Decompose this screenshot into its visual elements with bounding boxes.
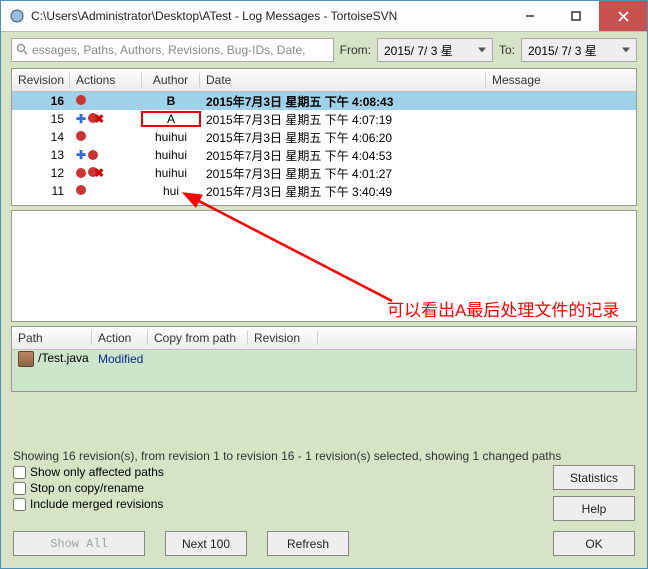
from-label: From: <box>340 43 371 57</box>
col-copy-from[interactable]: Copy from path <box>148 331 248 345</box>
log-row[interactable]: 16 B2015年7月3日 星期五 下午 4:08:43 <box>12 92 636 110</box>
chk-affected-paths[interactable]: Show only affected paths <box>13 465 164 479</box>
minimize-button[interactable] <box>507 1 553 31</box>
log-listview[interactable]: Revision Actions Author Date Message 16 B… <box>11 68 637 206</box>
cell-author: A <box>142 112 200 126</box>
file-icon <box>18 351 34 367</box>
close-button[interactable] <box>599 1 647 31</box>
log-row[interactable]: 12 ✖ huihui2015年7月3日 星期五 下午 4:01:27 <box>12 164 636 182</box>
modx-icon: ✖ <box>88 112 104 126</box>
cell-revision: 13 <box>12 148 70 162</box>
next-100-button[interactable]: Next 100 <box>165 531 247 556</box>
col-message[interactable]: Message <box>486 73 636 87</box>
cell-actions: ✚✖ <box>70 112 142 126</box>
log-row[interactable]: 13 ✚ huihui2015年7月3日 星期五 下午 4:04:53 <box>12 146 636 164</box>
refresh-button[interactable]: Refresh <box>267 531 349 556</box>
log-row[interactable]: 11 hui2015年7月3日 星期五 下午 3:40:49 <box>12 182 636 200</box>
col-date[interactable]: Date <box>200 73 486 87</box>
col-path[interactable]: Path <box>12 331 92 345</box>
cell-actions: ✖ <box>70 166 142 181</box>
annotation-text: 可以看出A最后处理文件的记录 <box>387 296 619 321</box>
to-label: To: <box>499 43 515 57</box>
from-date-picker[interactable]: 2015/ 7/ 3 星 <box>377 38 493 62</box>
search-placeholder: essages, Paths, Authors, Revisions, Bug-… <box>32 43 305 57</box>
search-icon <box>16 43 28 58</box>
log-header[interactable]: Revision Actions Author Date Message <box>12 69 636 92</box>
to-date-picker[interactable]: 2015/ 7/ 3 星 <box>521 38 637 62</box>
cell-author: huihui <box>142 130 200 144</box>
mod-icon <box>76 95 86 105</box>
search-input[interactable]: essages, Paths, Authors, Revisions, Bug-… <box>11 38 334 62</box>
cell-revision: 11 <box>12 184 70 198</box>
files-body: /Test.javaModified <box>12 350 636 391</box>
cell-author: huihui <box>142 166 200 180</box>
mod-icon <box>88 150 98 160</box>
cell-author: huihui <box>142 148 200 162</box>
log-body: 16B2015年7月3日 星期五 下午 4:08:4315✚✖A2015年7月3… <box>12 92 636 205</box>
cell-author: hui <box>142 184 200 198</box>
file-row[interactable]: /Test.javaModified <box>12 350 636 368</box>
cell-actions <box>70 94 142 108</box>
log-row[interactable]: 14 huihui2015年7月3日 星期五 下午 4:06:20 <box>12 128 636 146</box>
toolbar: essages, Paths, Authors, Revisions, Bug-… <box>1 32 647 68</box>
bottom-toolbar: Show All Next 100 Refresh OK <box>1 521 647 568</box>
cell-revision: 12 <box>12 166 70 180</box>
col-actions[interactable]: Actions <box>70 73 142 87</box>
chk-merged-input[interactable] <box>13 498 26 511</box>
app-icon <box>9 8 25 24</box>
col-action[interactable]: Action <box>92 331 148 345</box>
cell-revision: 14 <box>12 130 70 144</box>
cell-date: 2015年7月3日 星期五 下午 4:04:53 <box>200 147 486 164</box>
modx-icon: ✖ <box>88 166 104 180</box>
maximize-button[interactable] <box>553 1 599 31</box>
add-icon: ✚ <box>76 112 86 126</box>
cell-revision: 15 <box>12 112 70 126</box>
cell-revision: 16 <box>12 94 70 108</box>
cell-date: 2015年7月3日 星期五 下午 4:01:27 <box>200 165 486 182</box>
mod-icon <box>76 168 86 178</box>
mod-icon <box>76 131 86 141</box>
log-row[interactable]: 15✚✖A2015年7月3日 星期五 下午 4:07:19 <box>12 110 636 128</box>
chk-stop-input[interactable] <box>13 482 26 495</box>
ok-button[interactable]: OK <box>553 531 635 556</box>
col-revision[interactable]: Revision <box>12 73 70 87</box>
titlebar: C:\Users\Administrator\Desktop\ATest - L… <box>1 1 647 32</box>
files-header[interactable]: Path Action Copy from path Revision <box>12 327 636 350</box>
options-area: Show only affected paths Stop on copy/re… <box>1 465 647 521</box>
cell-path: /Test.java <box>12 351 92 367</box>
cell-author: B <box>142 94 200 108</box>
cell-actions <box>70 130 142 144</box>
add-icon: ✚ <box>76 148 86 162</box>
mod-icon <box>76 185 86 195</box>
cell-actions: ✚ <box>70 148 142 162</box>
window-title: C:\Users\Administrator\Desktop\ATest - L… <box>31 9 507 23</box>
cell-date: 2015年7月3日 星期五 下午 4:06:20 <box>200 129 486 146</box>
chk-stop-on-copy[interactable]: Stop on copy/rename <box>13 481 164 495</box>
col-revision2[interactable]: Revision <box>248 331 318 345</box>
cell-action: Modified <box>92 352 148 366</box>
cell-actions <box>70 184 142 198</box>
message-pane[interactable]: 可以看出A最后处理文件的记录 <box>11 210 637 322</box>
files-listview[interactable]: Path Action Copy from path Revision /Tes… <box>11 326 637 392</box>
col-author[interactable]: Author <box>142 73 200 87</box>
cell-date: 2015年7月3日 星期五 下午 4:07:19 <box>200 111 486 128</box>
statistics-button[interactable]: Statistics <box>553 465 635 490</box>
status-line: Showing 16 revision(s), from revision 1 … <box>1 443 647 465</box>
cell-date: 2015年7月3日 星期五 下午 3:40:49 <box>200 183 486 200</box>
chk-include-merged[interactable]: Include merged revisions <box>13 497 164 511</box>
cell-date: 2015年7月3日 星期五 下午 4:08:43 <box>200 93 486 110</box>
app-window: C:\Users\Administrator\Desktop\ATest - L… <box>0 0 648 569</box>
chk-affected-input[interactable] <box>13 466 26 479</box>
help-button[interactable]: Help <box>553 496 635 521</box>
show-all-button[interactable]: Show All <box>13 531 145 556</box>
